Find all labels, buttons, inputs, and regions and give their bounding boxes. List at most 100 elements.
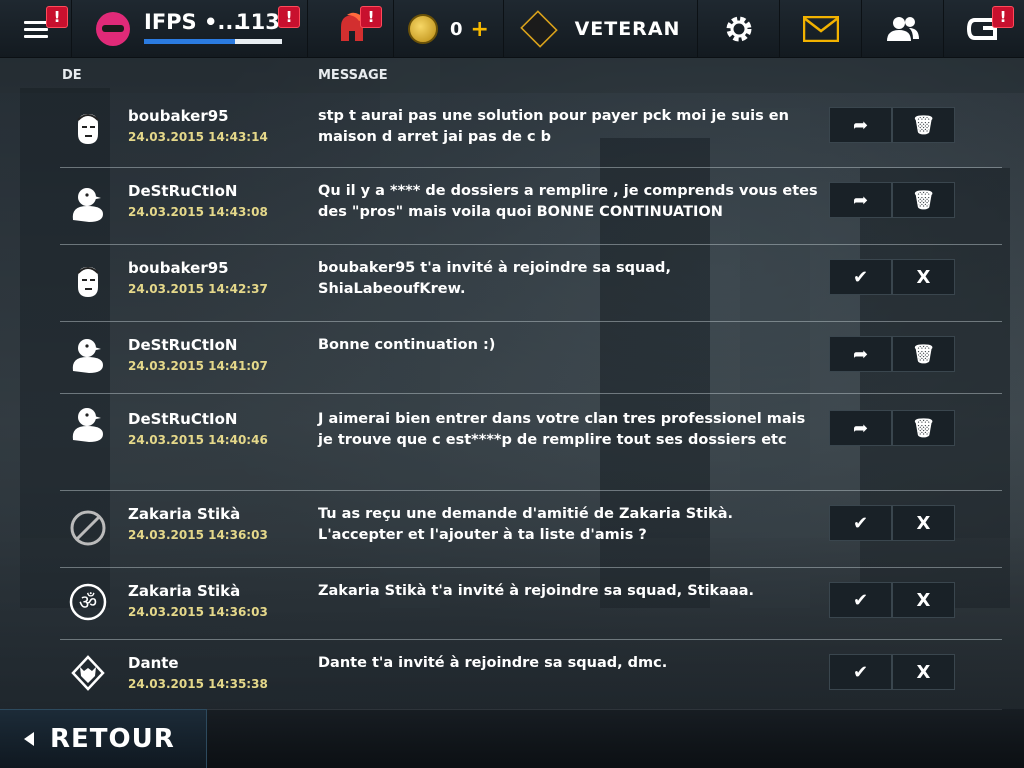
message-list: boubaker95 24.03.2015 14:43:14 stp t aurai… [0,93,1024,710]
decline-button[interactable]: X [892,505,955,541]
player-name: IFPS •... [144,10,242,34]
accept-button[interactable]: ✔ [829,582,892,618]
xp-progress-bar [144,39,282,44]
column-header-from: DE [62,68,82,83]
message-row[interactable]: DeStRuCtIoN 24.03.2015 14:40:46 J aimerai … [0,394,1024,491]
message-sender: DeStRuCtIoN [128,410,238,428]
message-text: boubaker95 t'a invité à rejoindre sa squ… [318,260,671,297]
decline-icon: X [916,589,931,611]
accept-icon: ✔ [852,589,869,611]
forward-icon: ➦ [852,114,869,136]
accept-button[interactable]: ✔ [829,505,892,541]
accept-icon: ✔ [852,266,869,288]
settings-button[interactable] [698,0,780,58]
svg-text:ॐ: ॐ [79,590,97,614]
message-date: 24.03.2015 14:42:37 [128,282,268,296]
back-button[interactable]: RETOUR [0,709,207,768]
gameloft-alert-badge: ! [992,6,1014,28]
accept-button[interactable]: ✔ [829,654,892,690]
soldier-avatar-icon [69,110,107,148]
message-text: stp t aurai pas une solution pour payer … [318,108,789,145]
forward-button[interactable]: ➦ [829,336,892,372]
message-sender: Zakaria Stikà [128,505,241,523]
column-headers: DE MESSAGE [0,58,1024,93]
accept-button[interactable]: ✔ [829,259,892,295]
soldier-avatar-icon [69,263,107,301]
duck-avatar-icon [69,186,107,224]
duck-avatar-icon [69,406,107,444]
message-date: 24.03.2015 14:43:14 [128,130,268,144]
column-header-message: MESSAGE [318,68,388,83]
message-text: Tu as reçu une demande d'amitié de Zakar… [318,506,733,543]
add-coins-icon: + [470,16,489,42]
delete-icon: 🗑 [912,417,935,439]
decline-icon: X [916,661,931,683]
decline-icon: X [916,266,931,288]
message-date: 24.03.2015 14:41:07 [128,359,268,373]
message-row[interactable]: Dante 24.03.2015 14:35:38 Dante t'a invité… [0,640,1024,710]
delete-button[interactable]: 🗑 [892,182,955,218]
friends-button[interactable] [862,0,944,58]
message-text: Bonne continuation :) [318,337,496,353]
delete-icon: 🗑 [912,114,935,136]
forward-button[interactable]: ➦ [829,182,892,218]
rank-button[interactable]: VETERAN [504,0,698,58]
message-sender: boubaker95 [128,259,229,277]
menu-button[interactable]: ! [0,0,72,58]
decline-button[interactable]: X [892,654,955,690]
accept-icon: ✔ [852,661,869,683]
coins-count: 0 [450,18,463,40]
message-date: 24.03.2015 14:36:03 [128,528,268,542]
spartan-button[interactable]: ! [308,0,394,58]
message-text: Qu il y a **** de dossiers a remplire , … [318,183,818,220]
gold-coin-icon [408,14,439,44]
forward-icon: ➦ [852,417,869,439]
profile-alert-badge: ! [278,6,300,28]
message-row[interactable]: DeStRuCtIoN 24.03.2015 14:43:08 Qu il y a … [0,168,1024,245]
xp-progress-fill [144,39,236,44]
message-row[interactable]: DeStRuCtIoN 24.03.2015 14:41:07 Bonne cont… [0,322,1024,394]
delete-button[interactable]: 🗑 [892,336,955,372]
no-avatar-icon [69,509,107,547]
forward-button[interactable]: ➦ [829,410,892,446]
mail-button[interactable] [780,0,862,58]
message-sender: DeStRuCtIoN [128,336,238,354]
delete-icon: 🗑 [912,343,935,365]
message-row[interactable]: boubaker95 24.03.2015 14:43:14 stp t aurai… [0,93,1024,168]
rank-badge-icon [519,10,558,48]
hamburger-icon [23,17,48,42]
rank-title: VETERAN [574,18,681,40]
bottom-strip [207,709,1024,768]
forward-icon: ➦ [852,343,869,365]
wolf-emblem-icon [69,654,107,692]
message-sender: DeStRuCtIoN [128,182,238,200]
delete-icon: 🗑 [912,189,935,211]
message-sender: Dante [128,654,179,672]
forward-icon: ➦ [852,189,869,211]
player-avatar-icon [96,12,130,46]
message-row[interactable]: Zakaria Stikà 24.03.2015 14:36:03 Tu as re… [0,491,1024,568]
duck-avatar-icon [69,337,107,375]
gameloft-button[interactable]: ! [944,0,1024,58]
message-row[interactable]: ॐ Zakaria Stikà 24.03.2015 14:36:03 Zakaria… [0,568,1024,640]
mail-envelope-icon [802,16,839,42]
delete-button[interactable]: 🗑 [892,107,955,143]
message-sender: Zakaria Stikà [128,582,241,600]
decline-button[interactable]: X [892,259,955,295]
message-date: 24.03.2015 14:36:03 [128,605,268,619]
menu-alert-badge: ! [46,6,68,28]
forward-button[interactable]: ➦ [829,107,892,143]
accept-icon: ✔ [852,512,869,534]
decline-button[interactable]: X [892,582,955,618]
player-profile[interactable]: IFPS •... 113 ! [72,0,308,58]
back-arrow-icon [24,732,34,746]
friends-icon [886,17,919,41]
message-row[interactable]: boubaker95 24.03.2015 14:42:37 boubaker95 … [0,245,1024,322]
gear-icon [726,16,751,42]
back-button-label: RETOUR [50,724,175,754]
message-date: 24.03.2015 14:43:08 [128,205,268,219]
delete-button[interactable]: 🗑 [892,410,955,446]
message-text: Dante t'a invité à rejoindre sa squad, d… [318,655,668,671]
spartan-alert-badge: ! [360,6,382,28]
coins-button[interactable]: 0 + [394,0,504,58]
